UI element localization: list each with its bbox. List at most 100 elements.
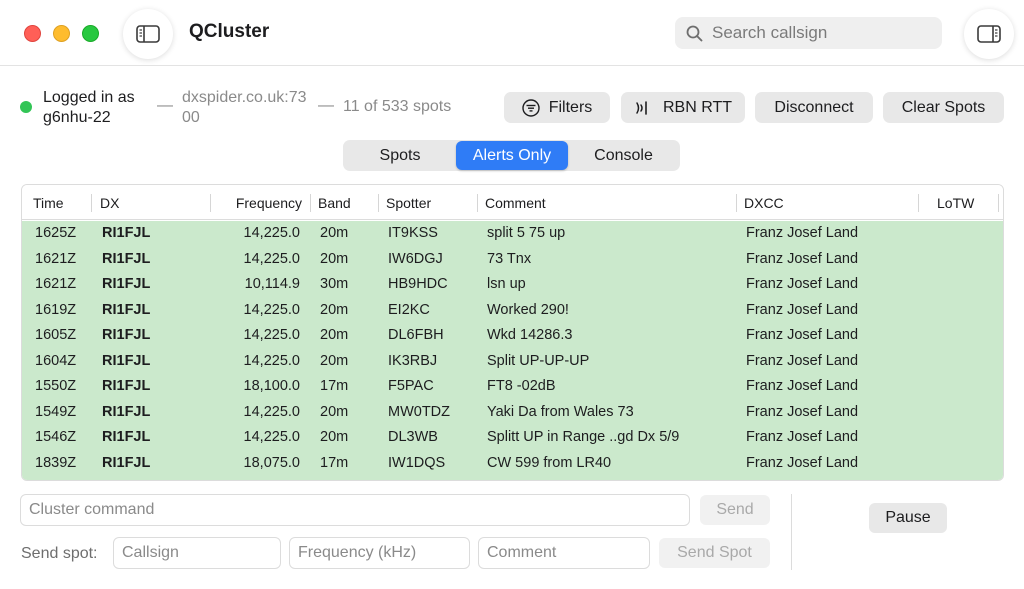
column-header-band[interactable]: Band [318, 185, 351, 220]
search-field[interactable] [675, 17, 942, 49]
spot-frequency-input[interactable] [289, 537, 470, 569]
column-header-dx[interactable]: DX [100, 185, 119, 220]
cell-freq: 18,075.0 [243, 454, 300, 471]
cell-comment: 73 Tnx [487, 250, 532, 267]
send-command-button[interactable]: Send [700, 495, 770, 525]
table-row[interactable]: 1605Z RI1FJL 14,225.0 20m DL6FBH Wkd 14286.3 F… [22, 323, 1003, 349]
cell-time: 1550Z [35, 378, 77, 394]
cell-spotter: EI2KC [388, 301, 430, 318]
vertical-divider [791, 494, 792, 570]
tab-alerts-only[interactable]: Alerts Only [456, 141, 568, 170]
cell-spotter: IT9KSS [388, 225, 438, 241]
cell-time: 1621Z [35, 250, 77, 267]
cell-freq: 10,114.9 [244, 276, 300, 292]
cell-freq: 14,225.0 [243, 429, 300, 445]
column-header-comment[interactable]: Comment [485, 185, 546, 220]
cell-dx: RI1FJL [102, 403, 151, 420]
cell-spotter: DL6FBH [388, 327, 444, 343]
logged-in-label: Logged in as g6nhu-22 [43, 89, 135, 126]
search-icon [686, 25, 703, 41]
cell-band: 20m [320, 225, 349, 241]
cell-comment: Yaki Da from Wales 73 [487, 403, 634, 420]
signal-waves-icon [634, 99, 654, 117]
column-header-time[interactable]: Time [33, 185, 64, 220]
cell-time: 1604Z [35, 352, 77, 369]
toggle-right-sidebar-button[interactable] [964, 9, 1014, 59]
table-body: 1625Z RI1FJL 14,225.0 20m IT9KSS split 5 75 u… [22, 221, 1003, 480]
tab-spots[interactable]: Spots [344, 141, 456, 170]
table-row[interactable]: 1625Z RI1FJL 14,225.0 20m IT9KSS split 5 75 u… [22, 221, 1003, 247]
rbn-rtt-button[interactable]: RBN RTT [621, 92, 745, 123]
spots-table: Time DX Frequency Band Spotter Comment D… [21, 184, 1004, 481]
connection-status-dot [20, 101, 32, 113]
cell-comment: CW 599 from LR40 [487, 454, 612, 471]
cell-dxcc: Franz Josef Land [746, 225, 859, 241]
cell-dx: RI1FJL [102, 429, 151, 445]
title-bar: QCluster [0, 0, 1024, 66]
table-row[interactable]: 1839Z RI1FJL 18,075.0 17m IW1DQS CW 599 from … [22, 451, 1003, 477]
minimize-window-button[interactable] [53, 25, 70, 42]
cell-comment: Wkd 14286.3 [487, 327, 573, 343]
filters-button[interactable]: Filters [504, 92, 610, 123]
search-callsign-input[interactable] [712, 23, 932, 43]
cell-comment: lsn up [487, 276, 526, 292]
table-row[interactable]: 1604Z RI1FJL 14,225.0 20m IK3RBJ Split UP-UP-… [22, 349, 1003, 375]
send-spot-label: Send spot: [21, 545, 98, 562]
cell-dxcc: Franz Josef Land [746, 403, 859, 420]
cell-comment: Worked 290! [487, 301, 569, 318]
filter-icon [522, 98, 540, 117]
cell-spotter: IW6DGJ [388, 250, 443, 267]
send-spot-button[interactable]: Send Spot [659, 538, 770, 568]
pause-button[interactable]: Pause [869, 503, 947, 533]
table-row[interactable]: 1546Z RI1FJL 14,225.0 20m DL3WB Splitt UP in … [22, 425, 1003, 451]
cell-band: 20m [320, 429, 349, 445]
cell-freq: 18,100.0 [243, 378, 300, 394]
close-window-button[interactable] [24, 25, 41, 42]
column-header-frequency[interactable]: Frequency [212, 185, 302, 220]
tab-console[interactable]: Console [568, 141, 679, 170]
cell-band: 20m [320, 301, 349, 318]
disconnect-button[interactable]: Disconnect [755, 92, 873, 123]
cell-dx: RI1FJL [102, 454, 151, 471]
cell-freq: 14,225.0 [243, 250, 300, 267]
cell-dx: RI1FJL [102, 225, 151, 241]
table-row[interactable]: 1549Z RI1FJL 14,225.0 20m MW0TDZ Yaki Da from… [22, 400, 1003, 426]
cell-band: 17m [320, 378, 349, 394]
cell-dx: RI1FJL [102, 327, 151, 343]
cell-comment: Splitt UP in Range ..gd Dx 5/9 [487, 429, 680, 445]
table-row[interactable]: 1619Z RI1FJL 14,225.0 20m EI2KC Worked 290! Fr… [22, 298, 1003, 324]
cell-dxcc: Franz Josef Land [746, 276, 859, 292]
spot-callsign-input[interactable] [113, 537, 281, 569]
cell-dx: RI1FJL [102, 250, 151, 267]
cell-time: 1605Z [35, 327, 77, 343]
column-header-dxcc[interactable]: DXCC [744, 185, 784, 220]
table-row[interactable]: 1550Z RI1FJL 18,100.0 17m F5PAC FT8 -02dB Fran… [22, 374, 1003, 400]
column-header-spotter[interactable]: Spotter [386, 185, 431, 220]
cell-time: 1619Z [35, 301, 77, 318]
cell-freq: 14,225.0 [243, 225, 300, 241]
table-row[interactable]: 1621Z RI1FJL 10,114.9 30m HB9HDC lsn up Franz … [22, 272, 1003, 298]
column-header-lotw[interactable]: LoTW [937, 185, 974, 220]
cluster-command-input[interactable] [20, 494, 690, 526]
cell-freq: 14,225.0 [243, 327, 300, 343]
cell-comment: Split UP-UP-UP [487, 352, 590, 369]
cell-dxcc: Franz Josef Land [746, 352, 859, 369]
cell-spotter: HB9HDC [388, 276, 448, 292]
cell-dx: RI1FJL [102, 378, 151, 394]
cell-spotter: IK3RBJ [388, 352, 438, 369]
toggle-left-sidebar-button[interactable] [123, 9, 173, 59]
table-row[interactable]: 1621Z RI1FJL 14,225.0 20m IW6DGJ 73 Tnx Franz … [22, 247, 1003, 273]
table-header: Time DX Frequency Band Spotter Comment D… [22, 185, 1003, 220]
cell-dxcc: Franz Josef Land [746, 429, 859, 445]
cell-dxcc: Franz Josef Land [746, 327, 859, 343]
cell-band: 30m [320, 276, 349, 292]
rbn-rtt-button-label: RBN RTT [662, 98, 733, 116]
spot-comment-input[interactable] [478, 537, 650, 569]
cell-time: 1625Z [35, 225, 77, 241]
view-segmented-control: Spots Alerts Only Console [343, 140, 680, 171]
cell-band: 20m [320, 327, 349, 343]
status-separator: — [157, 97, 173, 114]
clear-spots-button[interactable]: Clear Spots [883, 92, 1004, 123]
cell-comment: split 5 75 up [487, 225, 566, 241]
zoom-window-button[interactable] [82, 25, 99, 42]
